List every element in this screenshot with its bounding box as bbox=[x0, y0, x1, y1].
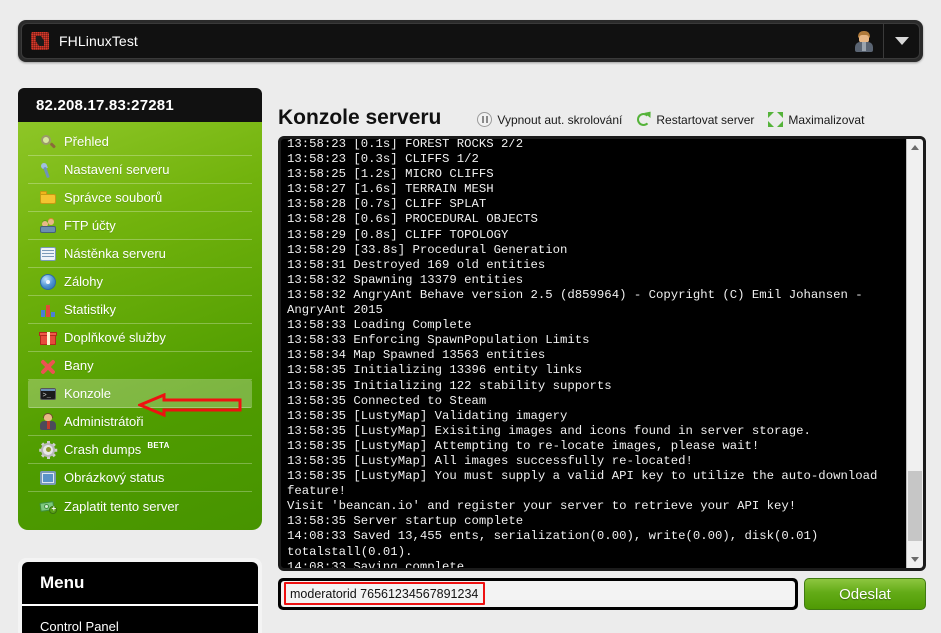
sidebar-item-statistiky[interactable]: Statistiky bbox=[28, 296, 252, 324]
main-content: Konzole serveru Vypnout aut. skrolování … bbox=[278, 96, 926, 610]
command-input[interactable] bbox=[281, 581, 795, 607]
sidebar-item-label: Nastavení serveru bbox=[64, 162, 170, 177]
sidebar-item-label: Nástěnka serveru bbox=[64, 246, 166, 261]
send-command-button[interactable]: Odeslat bbox=[804, 578, 926, 610]
sidebar-item-bany[interactable]: Bany bbox=[28, 352, 252, 380]
maximize-button[interactable]: Maximalizovat bbox=[768, 112, 864, 127]
sidebar-item-label: Přehled bbox=[64, 134, 109, 149]
user-avatar-icon[interactable] bbox=[853, 30, 875, 52]
wrench-icon bbox=[40, 161, 56, 178]
console-scrollbar[interactable] bbox=[906, 139, 923, 568]
menu-link-control-panel[interactable]: Control Panel bbox=[40, 619, 119, 633]
sidebar-item-label: Obrázkový status bbox=[64, 470, 165, 485]
sidebar-item-label: Administrátoři bbox=[64, 414, 144, 429]
console-output-panel: 13:58:23 [0.1s] FOREST ROCKS 2/2 13:58:2… bbox=[278, 136, 926, 571]
sidebar-item-nastenka-serveru[interactable]: Nástěnka serveru bbox=[28, 240, 252, 268]
sidebar-item-label: Statistiky bbox=[64, 302, 117, 317]
sidebar-item-label: Bany bbox=[64, 358, 94, 373]
command-row: Odeslat bbox=[278, 578, 926, 610]
sidebar-item-obrazkovy-status[interactable]: Obrázkový status bbox=[28, 464, 252, 492]
console-icon: >_ bbox=[40, 386, 56, 402]
command-input-wrapper[interactable] bbox=[278, 578, 798, 610]
sidebar-item-prehled[interactable]: Přehled bbox=[28, 128, 252, 156]
restart-server-label: Restartovat server bbox=[656, 112, 755, 127]
menu-panel-title: Menu bbox=[22, 562, 258, 606]
beta-badge: BETA bbox=[147, 441, 170, 450]
server-name-label: FHLinuxTest bbox=[59, 33, 138, 49]
red-x-icon bbox=[40, 358, 56, 375]
sidebar-item-konzole[interactable]: >_ Konzole bbox=[28, 380, 252, 408]
menu-panel-body: Control Panel bbox=[22, 606, 258, 633]
maximize-icon bbox=[768, 112, 784, 127]
server-block-icon bbox=[31, 32, 49, 50]
scroll-down-icon bbox=[911, 557, 919, 562]
admin-user-icon bbox=[40, 412, 56, 430]
server-select-inner[interactable]: FHLinuxTest bbox=[21, 23, 920, 59]
sidebar-item-label: Konzole bbox=[64, 386, 111, 401]
money-add-icon bbox=[39, 498, 57, 514]
toggle-autoscroll-button[interactable]: Vypnout aut. skrolování bbox=[477, 112, 622, 127]
sidebar-item-doplnkove-sluzby[interactable]: Doplňkové služby bbox=[28, 324, 252, 352]
sidebar-item-crash-dumps[interactable]: Crash dumps BETA bbox=[28, 436, 252, 464]
sidebar-item-ftp-ucty[interactable]: FTP účty bbox=[28, 212, 252, 240]
scroll-up-icon bbox=[911, 145, 919, 150]
chevron-down-icon bbox=[894, 37, 909, 45]
server-dropdown-button[interactable] bbox=[883, 24, 919, 58]
sidebar-item-nastaveni-serveru[interactable]: Nastavení serveru bbox=[28, 156, 252, 184]
console-header-row: Konzole serveru Vypnout aut. skrolování … bbox=[278, 96, 926, 130]
page-title: Konzole serveru bbox=[278, 106, 442, 129]
ftp-users-icon bbox=[40, 217, 56, 234]
sidebar-item-label: FTP účty bbox=[64, 218, 116, 233]
sidebar-item-spravce-souboru[interactable]: Správce souborů bbox=[28, 184, 252, 212]
scrollbar-track[interactable] bbox=[907, 156, 923, 551]
image-icon bbox=[40, 470, 56, 486]
sidebar-item-label: Zaplatit tento server bbox=[64, 498, 179, 514]
server-select-bar[interactable]: FHLinuxTest bbox=[18, 20, 923, 62]
scroll-down-button[interactable] bbox=[907, 551, 923, 568]
sidebar-item-label: Crash dumps bbox=[64, 442, 142, 457]
sidebar-item-label: Zálohy bbox=[64, 274, 104, 289]
sidebar-item-zaplatit-tento-server[interactable]: Zaplatit tento server bbox=[28, 492, 252, 520]
search-icon bbox=[40, 134, 57, 150]
scrollbar-thumb[interactable] bbox=[908, 471, 922, 541]
sidebar-item-zalohy[interactable]: Zálohy bbox=[28, 268, 252, 296]
sidebar-server-address: 82.208.17.83:27281 bbox=[18, 88, 262, 122]
restart-icon bbox=[636, 109, 655, 127]
restart-server-button[interactable]: Restartovat server bbox=[636, 109, 755, 127]
sidebar-menu: Přehled Nastavení serveru Správce soubor… bbox=[18, 122, 262, 530]
disc-icon bbox=[40, 273, 56, 290]
sidebar: 82.208.17.83:27281 Přehled Nastavení ser… bbox=[18, 88, 262, 530]
folder-icon bbox=[40, 190, 56, 206]
sidebar-item-label: Doplňkové služby bbox=[64, 330, 166, 345]
gear-icon bbox=[39, 440, 58, 459]
console-log-text: 13:58:23 [0.1s] FOREST ROCKS 2/2 13:58:2… bbox=[287, 137, 878, 571]
sidebar-item-label: Správce souborů bbox=[64, 190, 163, 205]
console-actions: Vypnout aut. skrolování Restartovat serv… bbox=[477, 109, 864, 127]
board-icon bbox=[40, 246, 56, 262]
bar-chart-icon bbox=[40, 302, 56, 318]
page-root: FHLinuxTest 82.208.17.83:27281 Přehled N… bbox=[0, 0, 941, 633]
menu-panel: Menu Control Panel bbox=[18, 558, 262, 633]
sidebar-item-administratori[interactable]: Administrátoři bbox=[28, 408, 252, 436]
pause-icon bbox=[477, 112, 493, 127]
gift-icon bbox=[39, 330, 57, 346]
maximize-label: Maximalizovat bbox=[788, 112, 865, 127]
toggle-autoscroll-label: Vypnout aut. skrolování bbox=[497, 112, 623, 127]
scroll-up-button[interactable] bbox=[907, 139, 923, 156]
